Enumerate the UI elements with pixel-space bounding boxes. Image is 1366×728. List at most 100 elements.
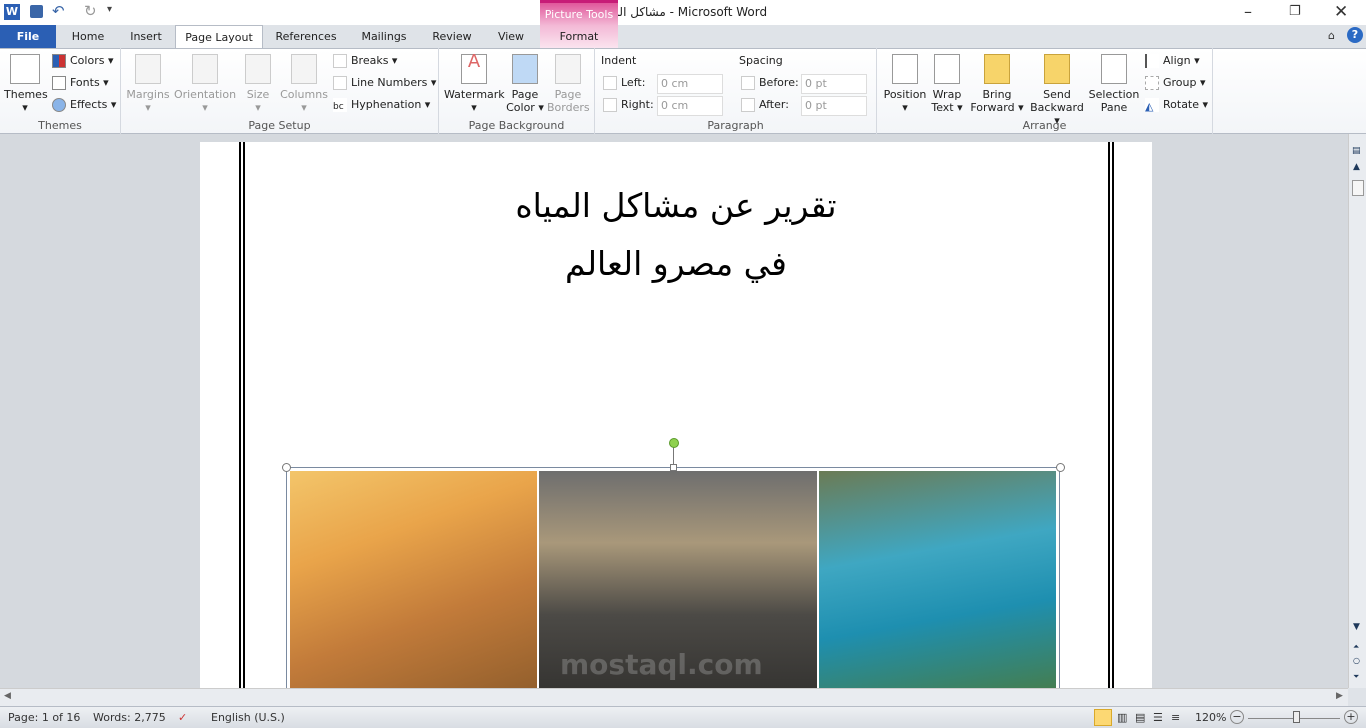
fonts-button[interactable]: Fonts ▾ [52,74,109,92]
web-layout-icon[interactable]: ▤ [1135,711,1145,724]
send-backward-button[interactable]: Send Backward ▾ [1027,54,1087,127]
draft-view-icon[interactable]: ≡ [1171,711,1180,724]
zoom-slider-thumb[interactable] [1293,711,1300,723]
hyphenation-button[interactable]: bc Hyphenation ▾ [333,96,430,114]
scroll-thumb[interactable] [1352,180,1364,196]
group-button[interactable]: Group ▾ [1145,74,1206,92]
spacing-before-label: Before: [741,74,799,92]
send-backward-icon [1044,54,1070,84]
window-title: مشاكل المياه - Microsoft Word [598,5,768,19]
close-button[interactable]: ✕ [1334,2,1348,22]
group-themes: Themes ▾ Colors ▾ Fonts ▾ Effects ▾ Theme… [0,48,121,134]
position-icon [892,54,918,84]
help-icon[interactable]: ? [1347,27,1363,43]
scroll-down-icon[interactable]: ▼ [1353,622,1360,632]
vertical-scrollbar[interactable]: ▤ ▲ ▼ ⏶ ○ ⏷ [1348,134,1366,688]
size-button[interactable]: Size ▾ [241,54,275,114]
tab-format[interactable]: Format [540,25,618,48]
resize-handle-top-left[interactable] [282,463,291,472]
margins-button[interactable]: Margins ▾ [126,54,170,114]
wrap-text-icon [934,54,960,84]
browse-object-icon[interactable]: ○ [1353,656,1360,665]
hyphenation-icon: bc [333,98,347,112]
page-count[interactable]: Page: 1 of 16 [8,711,80,724]
columns-icon [291,54,317,84]
bring-forward-button[interactable]: Bring Forward ▾ [969,54,1025,114]
page-color-button[interactable]: Page Color ▾ [505,54,545,114]
horizontal-scrollbar[interactable]: ◀ ▶ [0,688,1348,706]
spacing-after-input[interactable]: 0 pt [801,96,867,116]
zoom-in-button[interactable]: + [1344,710,1358,724]
scroll-left-icon[interactable]: ◀ [4,691,11,701]
indent-left-icon [603,76,617,90]
resize-handle-top[interactable] [670,464,677,471]
tab-view[interactable]: View [488,25,534,48]
language[interactable]: English (U.S.) [211,711,285,724]
effects-icon [52,98,66,112]
position-button[interactable]: Position ▾ [881,54,929,114]
print-layout-view-button[interactable] [1094,709,1112,726]
breaks-button[interactable]: Breaks ▾ [333,52,397,70]
title-line-2: في مصرو العالم [565,244,787,283]
tab-review[interactable]: Review [424,25,480,48]
group-arrange: Position ▾ Wrap Text ▾ Bring Forward ▾ Send… [877,48,1213,134]
indent-right-icon [603,98,617,112]
watermark-icon: A [461,53,487,84]
document-area: تقرير عن مشاكل المياه في مصرو العالم [0,134,1348,688]
document-page[interactable]: تقرير عن مشاكل المياه في مصرو العالم [200,142,1152,688]
watermark-button[interactable]: A Watermark ▾ [444,53,505,115]
colors-button[interactable]: Colors ▾ [52,52,113,70]
full-screen-reading-icon[interactable]: ▥ [1117,711,1127,724]
margins-icon [135,54,161,84]
indent-left-label: Left: [603,74,645,92]
rotation-handle[interactable] [669,438,679,448]
selection-pane-icon [1101,54,1127,84]
columns-button[interactable]: Columns ▾ [279,54,329,114]
tab-page-layout[interactable]: Page Layout [175,25,263,48]
wrap-text-button[interactable]: Wrap Text ▾ [929,54,965,114]
scroll-right-icon[interactable]: ▶ [1336,691,1343,701]
line-numbers-button[interactable]: Line Numbers ▾ [333,74,436,92]
group-label: Arrange [1022,119,1067,132]
tab-references[interactable]: References [270,25,342,48]
word-count[interactable]: Words: 2,775 [93,711,166,724]
orientation-button[interactable]: Orientation ▾ [173,54,237,114]
previous-page-icon[interactable]: ⏶ [1353,642,1359,652]
page-borders-button[interactable]: Page Borders [547,54,590,114]
resize-handle-top-right[interactable] [1056,463,1065,472]
next-page-icon[interactable]: ⏷ [1353,672,1359,682]
fonts-icon [52,76,66,90]
zoom-out-button[interactable]: − [1230,710,1244,724]
spacing-before-input[interactable]: 0 pt [801,74,867,94]
tab-home[interactable]: Home [62,25,114,48]
indent-right-input[interactable]: 0 cm [657,96,723,116]
tab-insert[interactable]: Insert [120,25,172,48]
rotate-icon: ◭ [1145,98,1159,113]
outline-view-icon[interactable]: ☰ [1153,711,1163,724]
minimize-ribbon-icon[interactable]: ⌂ [1328,29,1335,42]
group-icon [1145,76,1159,90]
colors-icon [52,54,66,68]
scroll-up-icon[interactable]: ▲ [1353,162,1360,172]
tab-file[interactable]: File [0,25,56,48]
tab-mailings[interactable]: Mailings [352,25,416,48]
proofing-icon[interactable]: ✓ [178,711,187,724]
align-button[interactable]: Align ▾ [1145,52,1200,70]
orientation-icon [192,54,218,84]
effects-button[interactable]: Effects ▾ [52,96,116,114]
indent-left-input[interactable]: 0 cm [657,74,723,94]
indent-right-label: Right: [603,96,654,114]
rotate-button[interactable]: ◭ Rotate ▾ [1145,96,1208,114]
themes-button[interactable]: Themes ▾ [4,54,48,114]
restore-button[interactable]: ❐ [1289,4,1301,19]
spacing-label: Spacing [739,54,783,67]
picture-tools-label: Picture Tools [544,8,614,21]
mostaql-watermark-logo: mostaql.com [560,648,763,681]
zoom-level[interactable]: 120% [1195,711,1226,724]
spacing-after-label: After: [741,96,789,114]
water-photo [819,471,1056,688]
selection-pane-button[interactable]: Selection Pane [1087,54,1141,114]
minimize-button[interactable]: – [1244,2,1252,21]
ruler-toggle-icon[interactable]: ▤ [1352,146,1361,156]
page-borders-icon [555,54,581,84]
